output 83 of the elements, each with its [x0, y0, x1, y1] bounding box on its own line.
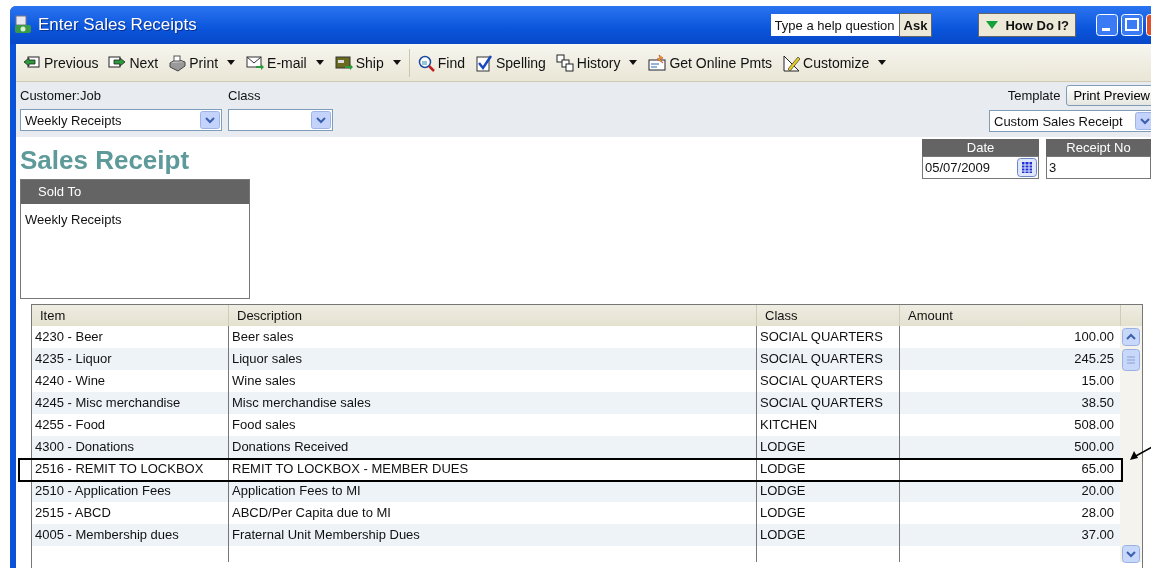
toolbar-button[interactable]: History: [550, 47, 626, 78]
field-label: Template: [1007, 87, 1061, 104]
table-cell: 2516 - REMIT TO LOCKBOX: [32, 458, 228, 480]
caret-icon[interactable]: [392, 60, 401, 65]
date-field[interactable]: 05/07/2009: [922, 156, 1039, 179]
package-icon: [334, 53, 353, 72]
toolbar-button[interactable]: Spelling: [470, 47, 551, 78]
table-cell: 2510 - Application Fees: [32, 480, 228, 502]
toolbar-button[interactable]: E-mail: [241, 47, 312, 78]
printer-icon: [168, 53, 187, 72]
toolbar-button[interactable]: Get Online Pmts: [643, 47, 778, 78]
table-cell: LODGE: [756, 524, 899, 546]
table-cell: Misc merchandise sales: [228, 392, 756, 414]
ruler-pencil-icon: [782, 53, 801, 72]
magnifier-icon: [416, 53, 435, 72]
minimize-button[interactable]: [1096, 14, 1118, 36]
table-cell: LODGE: [756, 436, 899, 458]
toolbar-button[interactable]: Next: [103, 47, 164, 78]
table-cell: 245.25: [899, 348, 1120, 370]
table-cell: SOCIAL QUARTERS: [756, 348, 899, 370]
toolbar-button[interactable]: Ship: [329, 47, 389, 78]
receipt-no-header: Receipt No: [1046, 139, 1151, 156]
checked-document-icon: [475, 53, 493, 72]
header-filler: [1120, 305, 1142, 326]
triangle-icon: [985, 20, 1000, 30]
table-cell: 4245 - Misc merchandise: [32, 392, 228, 414]
caret-icon[interactable]: [227, 60, 236, 65]
table-cell: LODGE: [756, 480, 899, 502]
column-header[interactable]: Item: [32, 305, 228, 326]
customer-job-dropdown[interactable]: Weekly Receipts: [20, 109, 222, 131]
how-do-i-button[interactable]: How Do I?: [978, 13, 1076, 37]
window-title: Enter Sales Receipts: [38, 15, 198, 35]
column-header[interactable]: Amount: [899, 305, 1120, 326]
table-cell-text: 4255 - Food: [34, 416, 107, 434]
table-cell-text: 4240 - Wine: [34, 372, 107, 390]
table-cell: 65.00: [899, 458, 1120, 480]
table-cell: LODGE: [756, 458, 899, 480]
toolbar-button[interactable]: Print: [163, 47, 224, 78]
scroll-thumb[interactable]: [1122, 349, 1140, 371]
app-icon: [14, 15, 32, 35]
template-dropdown[interactable]: Custom Sales Receipt: [989, 110, 1151, 132]
print-preview-button[interactable]: Print Preview: [1066, 85, 1151, 106]
table-cell: 4235 - Liquor: [32, 348, 228, 370]
table-cell: 500.00: [899, 436, 1120, 458]
ask-button[interactable]: Ask: [898, 13, 933, 37]
toolbar-button[interactable]: Find: [411, 47, 470, 78]
toolbar-button[interactable]: Previous: [18, 47, 104, 78]
stacked-pages-icon: [555, 53, 574, 72]
table-cell: SOCIAL QUARTERS: [756, 392, 899, 414]
class-dropdown[interactable]: [228, 109, 333, 131]
scroll-down-button[interactable]: [1122, 545, 1140, 563]
help-search-field[interactable]: Type a help question: [770, 14, 899, 36]
envelope-icon: [246, 53, 265, 72]
caret-icon[interactable]: [629, 60, 638, 65]
sold-to-box[interactable]: Sold To Weekly Receipts: [20, 179, 250, 299]
date-header: Date: [922, 139, 1039, 156]
table-cell-text: 4230 - Beer: [34, 328, 104, 346]
card-lightning-icon: [648, 53, 667, 72]
table-cell: Liquor sales: [228, 348, 756, 370]
table-cell: Application Fees to MI: [228, 480, 756, 502]
table-cell: 20.00: [899, 480, 1120, 502]
field-label: Class: [228, 88, 262, 104]
table-cell: REMIT TO LOCKBOX - MEMBER DUES: [228, 458, 756, 480]
field-label: Customer:Job: [20, 88, 102, 104]
caret-icon[interactable]: [878, 60, 887, 65]
annotation-arrow: [1130, 446, 1151, 462]
table-cell: 37.00: [899, 524, 1120, 546]
table-cell: Donations Received: [228, 436, 756, 458]
table-cell: Fraternal Unit Membership Dues: [228, 524, 756, 546]
maximize-button[interactable]: [1121, 14, 1143, 36]
table-cell: 4300 - Donations: [32, 436, 228, 458]
column-header[interactable]: Description: [228, 305, 756, 326]
form-title: Sales Receipt: [20, 145, 191, 177]
scroll-up-button[interactable]: [1122, 328, 1140, 346]
caret-icon[interactable]: [315, 60, 324, 65]
toolbar-button[interactable]: Customize: [777, 47, 875, 78]
table-cell: 4005 - Membership dues: [32, 524, 228, 546]
column-header[interactable]: Class: [756, 305, 899, 326]
dropdown-arrow-icon[interactable]: [1135, 112, 1151, 130]
table-cell-text: 2515 - ABCD: [34, 504, 112, 522]
calendar-icon[interactable]: [1017, 158, 1037, 177]
receipt-no-field[interactable]: 3: [1046, 156, 1151, 179]
table-cell: 38.50: [899, 392, 1120, 414]
